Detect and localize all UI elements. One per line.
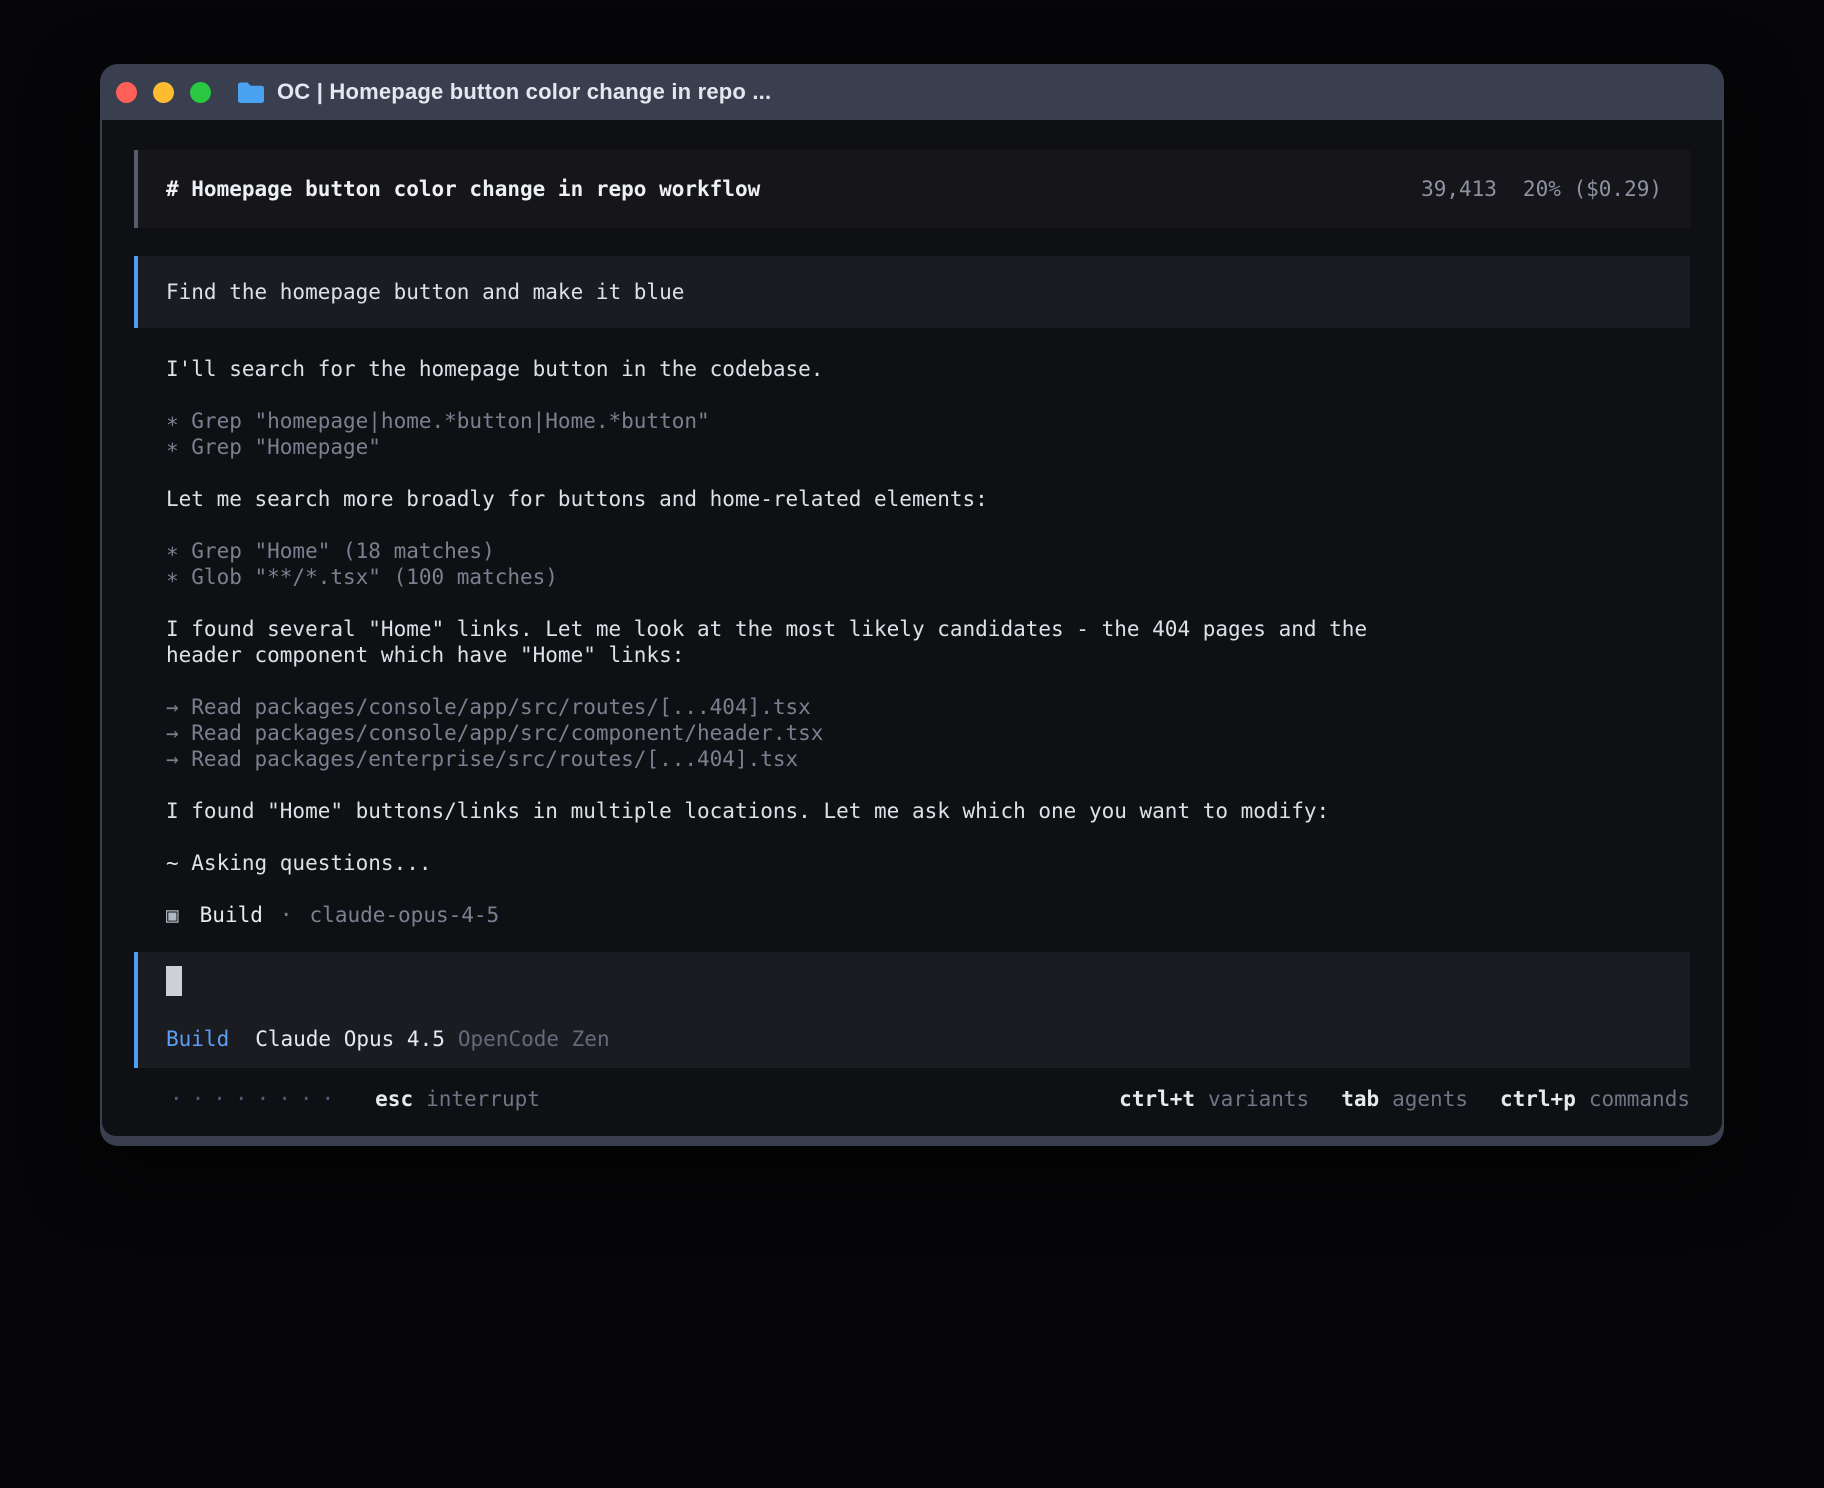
terminal-window: OC | Homepage button color change in rep… [100, 64, 1724, 1146]
shortcut-key: ctrl+t [1119, 1086, 1195, 1112]
tool-call-line: ∗ Grep "Home" (18 matches) [166, 538, 1690, 564]
titlebar[interactable]: OC | Homepage button color change in rep… [102, 64, 1722, 120]
read-file-line: → Read packages/console/app/src/routes/[… [166, 694, 1690, 720]
window-title: OC | Homepage button color change in rep… [277, 79, 771, 105]
shortcut-agents: tab agents [1341, 1086, 1468, 1112]
input-meta-row: Build Claude Opus 4.5 OpenCode Zen [166, 1026, 1662, 1052]
esc-key-label: interrupt [426, 1086, 540, 1112]
text-cursor [166, 966, 182, 996]
agent-model-name: claude-opus-4-5 [310, 902, 500, 928]
prompt-input[interactable]: Build Claude Opus 4.5 OpenCode Zen [134, 952, 1690, 1068]
agent-mode-label: Build [166, 1026, 229, 1052]
token-count: 39,413 [1421, 176, 1497, 202]
assistant-text: I'll search for the homepage button in t… [166, 356, 1406, 382]
assistant-text: I found "Home" buttons/links in multiple… [166, 798, 1406, 824]
shortcut-commands: ctrl+p commands [1500, 1086, 1690, 1112]
shortcut-label: agents [1392, 1086, 1468, 1112]
esc-key-hint: esc [375, 1086, 413, 1112]
folder-icon [237, 81, 265, 104]
traffic-lights [116, 82, 211, 103]
status-bar: ········ esc interrupt ctrl+t variants t… [134, 1086, 1690, 1112]
separator-dot: · [280, 902, 293, 928]
tool-call-line: ∗ Grep "homepage|home.*button|Home.*butt… [166, 408, 1690, 434]
user-message: Find the homepage button and make it blu… [134, 256, 1690, 328]
agent-icon: ▣ [166, 902, 179, 928]
shortcut-key: tab [1341, 1086, 1379, 1112]
tool-call-group: ∗ Grep "Home" (18 matches) ∗ Glob "**/*.… [166, 538, 1690, 590]
agent-status-row: ▣ Build · claude-opus-4-5 [166, 902, 1690, 928]
shortcut-label: variants [1208, 1086, 1309, 1112]
user-message-text: Find the homepage button and make it blu… [166, 280, 684, 304]
progress-dots: ········ [170, 1086, 343, 1112]
assistant-transcript: I'll search for the homepage button in t… [134, 356, 1690, 928]
assistant-text: I found several "Home" links. Let me loo… [166, 616, 1406, 668]
read-file-line: → Read packages/enterprise/src/routes/[.… [166, 746, 1690, 772]
read-file-line: → Read packages/console/app/src/componen… [166, 720, 1690, 746]
zoom-button[interactable] [190, 82, 211, 103]
agent-name: Build [200, 902, 263, 928]
close-button[interactable] [116, 82, 137, 103]
provider-label: OpenCode Zen [458, 1026, 610, 1052]
status-shortcuts: ctrl+t variants tab agents ctrl+p comman… [1087, 1086, 1690, 1112]
shortcut-key: ctrl+p [1500, 1086, 1576, 1112]
tool-call-line: ∗ Glob "**/*.tsx" (100 matches) [166, 564, 1690, 590]
shortcut-label: commands [1589, 1086, 1690, 1112]
session-stats: 39,413 20% ($0.29) [1421, 176, 1662, 202]
terminal-content[interactable]: # Homepage button color change in repo w… [102, 120, 1722, 1136]
minimize-button[interactable] [153, 82, 174, 103]
shortcut-variants: ctrl+t variants [1119, 1086, 1309, 1112]
model-label: Claude Opus 4.5 [255, 1026, 445, 1052]
assistant-status-text: ~ Asking questions... [166, 850, 1406, 876]
assistant-text: Let me search more broadly for buttons a… [166, 486, 1406, 512]
tool-call-group: → Read packages/console/app/src/routes/[… [166, 694, 1690, 772]
session-title: # Homepage button color change in repo w… [166, 176, 760, 202]
tool-call-line: ∗ Grep "Homepage" [166, 434, 1690, 460]
status-left: ········ esc interrupt [170, 1086, 540, 1112]
context-cost: 20% ($0.29) [1523, 176, 1662, 202]
tool-call-group: ∗ Grep "homepage|home.*button|Home.*butt… [166, 408, 1690, 460]
session-header: # Homepage button color change in repo w… [134, 150, 1690, 228]
